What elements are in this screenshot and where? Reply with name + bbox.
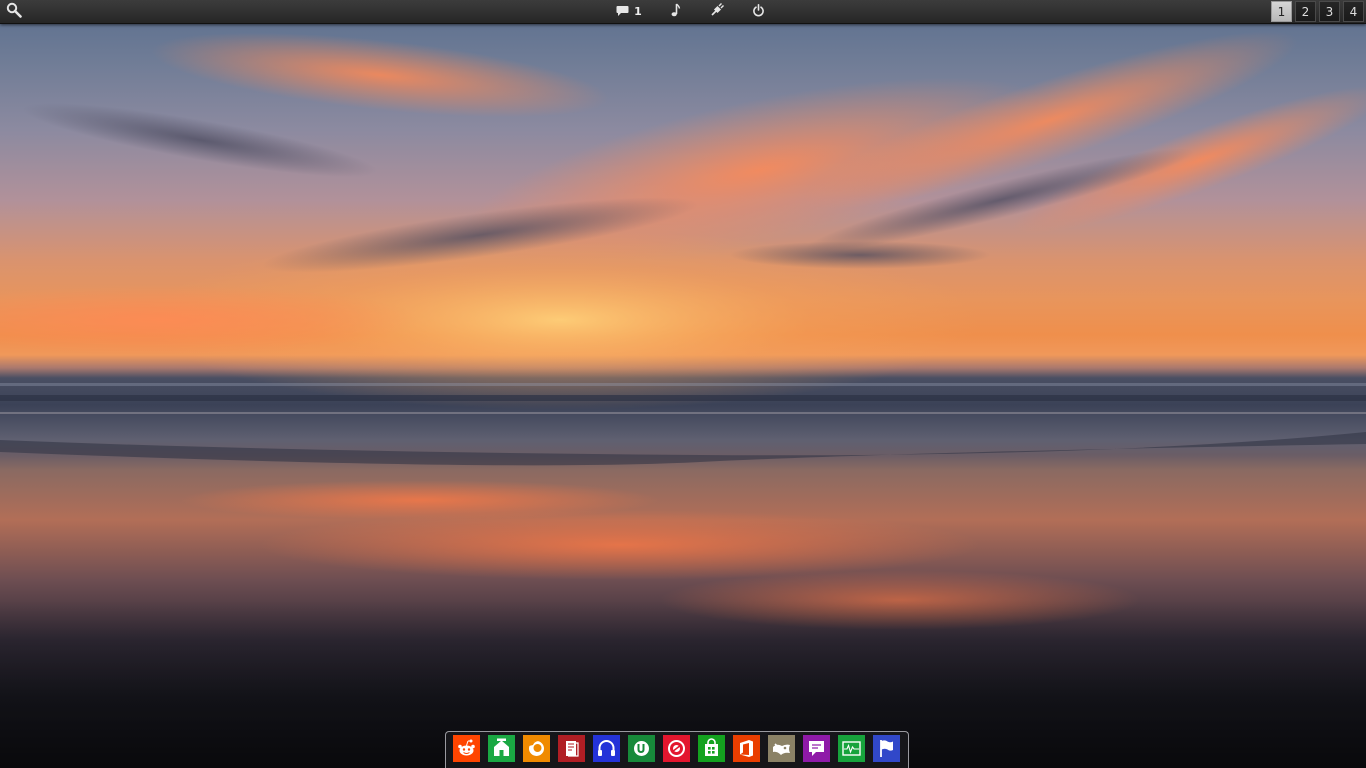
dock-item-system-monitor[interactable] bbox=[838, 734, 865, 766]
search-button[interactable] bbox=[3, 0, 25, 23]
network-button[interactable] bbox=[706, 0, 728, 23]
dock-item-reader[interactable] bbox=[558, 734, 585, 766]
dock-item-flag[interactable] bbox=[873, 734, 900, 766]
system-monitor-icon bbox=[838, 734, 865, 766]
shopping-bag-icon bbox=[698, 734, 725, 766]
workspace-switcher: 1 2 3 4 bbox=[1268, 1, 1364, 22]
reader-icon bbox=[558, 734, 585, 766]
chat-icon bbox=[803, 734, 830, 766]
headphones-icon bbox=[593, 734, 620, 766]
dock-item-firefox[interactable] bbox=[523, 734, 550, 766]
dock-item-store[interactable] bbox=[488, 734, 515, 766]
workspace-1-button[interactable]: 1 bbox=[1271, 1, 1292, 22]
firefox-icon bbox=[523, 734, 550, 766]
dock-item-shop[interactable] bbox=[698, 734, 725, 766]
office-icon bbox=[733, 734, 760, 766]
dock-item-reddit[interactable] bbox=[453, 734, 480, 766]
dock-item-chat[interactable] bbox=[803, 734, 830, 766]
dock-item-gimp[interactable] bbox=[768, 734, 795, 766]
network-plug-icon bbox=[710, 2, 724, 21]
top-panel: 1 1 2 3 4 bbox=[0, 0, 1366, 24]
dock bbox=[445, 731, 909, 768]
dock-item-torrent[interactable] bbox=[628, 734, 655, 766]
dock-item-music-player[interactable] bbox=[593, 734, 620, 766]
torrent-icon bbox=[628, 734, 655, 766]
store-home-icon bbox=[488, 734, 515, 766]
desktop: 1 1 2 3 4 bbox=[0, 0, 1366, 768]
dock-item-office[interactable] bbox=[733, 734, 760, 766]
wallpaper bbox=[0, 31, 1366, 768]
reddit-icon bbox=[453, 734, 480, 766]
notification-count: 1 bbox=[634, 5, 642, 18]
gimp-icon bbox=[768, 734, 795, 766]
flag-icon bbox=[873, 734, 900, 766]
music-button[interactable] bbox=[664, 0, 686, 23]
workspace-2-button[interactable]: 2 bbox=[1295, 1, 1316, 22]
power-button[interactable] bbox=[747, 0, 769, 23]
workspace-4-button[interactable]: 4 bbox=[1343, 1, 1364, 22]
music-note-icon bbox=[669, 2, 681, 21]
power-icon bbox=[752, 2, 765, 21]
dock-item-radio[interactable] bbox=[663, 734, 690, 766]
chat-bubble-icon bbox=[616, 2, 629, 21]
search-icon bbox=[6, 2, 22, 22]
notifications-button[interactable]: 1 bbox=[612, 0, 646, 23]
radio-icon bbox=[663, 734, 690, 766]
workspace-3-button[interactable]: 3 bbox=[1319, 1, 1340, 22]
